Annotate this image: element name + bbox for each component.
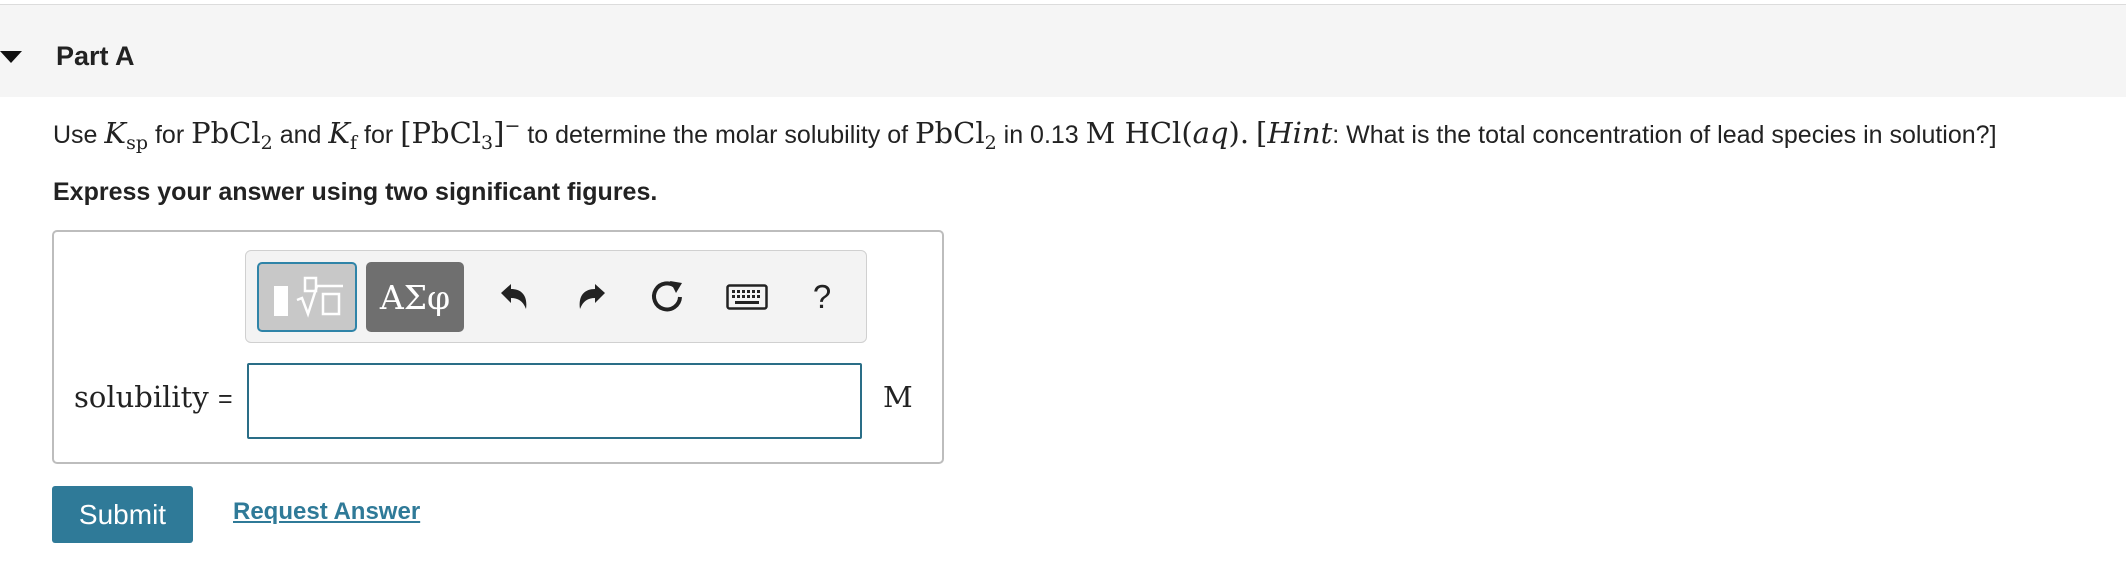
hint-text: : What is the total concentration of lea… (1332, 121, 1997, 149)
redo-icon (579, 284, 605, 309)
reset-button[interactable] (646, 275, 690, 319)
templates-icon (296, 276, 343, 318)
help-button[interactable]: ? (800, 272, 844, 322)
caret-down-icon[interactable] (0, 51, 22, 63)
question-text: Use Ksp for PbCl2 and Kf for [PbCl3]− to… (53, 115, 1997, 154)
keyboard-icon (726, 284, 768, 310)
ksp-symbol: Ksp (104, 116, 149, 154)
part-header[interactable]: Part A (0, 5, 2126, 97)
submit-button[interactable]: Submit (52, 486, 193, 543)
unit-label: M (883, 380, 913, 414)
pbcl2-formula: PbCl2 (191, 116, 273, 154)
undo-button[interactable] (492, 275, 536, 319)
kf-symbol: Kf (328, 116, 358, 154)
solubility-label: solubility = (74, 380, 233, 414)
hint-label: [Hint (1256, 116, 1333, 150)
redo-button[interactable] (570, 275, 614, 319)
pbcl2-formula-2: PbCl2 (915, 116, 997, 154)
keyboard-button[interactable] (722, 275, 772, 319)
templates-button[interactable] (257, 262, 357, 332)
solubility-input[interactable] (247, 363, 862, 439)
cursor-block-icon (274, 286, 288, 316)
hcl-formula: M HCl(aq). (1085, 116, 1250, 150)
request-answer-link[interactable]: Request Answer (233, 498, 420, 526)
pbcl3-complex: [PbCl3]− (400, 115, 521, 154)
reset-icon (652, 281, 682, 312)
undo-icon (501, 284, 527, 309)
part-title[interactable]: Part A (56, 41, 135, 72)
instruction-text: Express your answer using two significan… (53, 178, 658, 206)
greek-symbols-button[interactable]: ΑΣφ (366, 262, 464, 332)
